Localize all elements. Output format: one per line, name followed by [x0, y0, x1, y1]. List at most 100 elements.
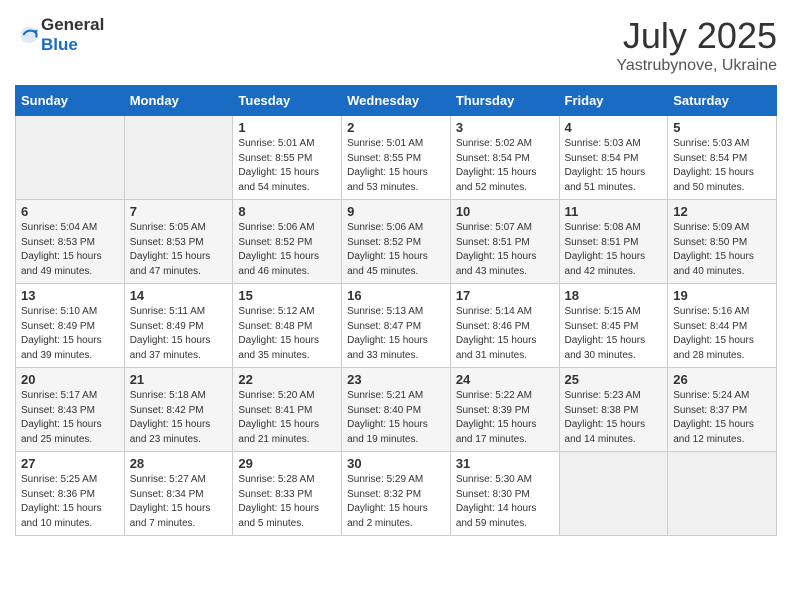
calendar-cell: 23 Sunrise: 5:21 AMSunset: 8:40 PMDayligh…: [342, 368, 451, 452]
day-number: 22: [238, 372, 336, 387]
weekday-header-row: SundayMondayTuesdayWednesdayThursdayFrid…: [16, 86, 777, 116]
calendar-cell: 9Sunrise: 5:06 AMSunset: 8:52 PMDaylight…: [342, 200, 451, 284]
calendar-cell: 28 Sunrise: 5:27 AMSunset: 8:34 PMDayligh…: [124, 452, 233, 536]
calendar-cell: 12 Sunrise: 5:09 AMSunset: 8:50 PMDayligh…: [668, 200, 777, 284]
day-number: 16: [347, 288, 445, 303]
page-header: General Blue July 2025 Yastrubynove, Ukr…: [15, 15, 777, 75]
day-detail: Sunrise: 5:24 AMSunset: 8:37 PMDaylight:…: [673, 390, 754, 445]
day-number: 23: [347, 372, 445, 387]
day-detail: Sunrise: 5:23 AMSunset: 8:38 PMDaylight:…: [565, 390, 646, 445]
main-title: July 2025: [616, 15, 777, 57]
calendar-week-row: 13 Sunrise: 5:10 AMSunset: 8:49 PMDayligh…: [16, 284, 777, 368]
day-detail: Sunrise: 5:15 AMSunset: 8:45 PMDaylight:…: [565, 306, 646, 361]
calendar-cell: 4 Sunrise: 5:03 AMSunset: 8:54 PMDaylight…: [559, 116, 668, 200]
day-detail: Sunrise: 5:20 AMSunset: 8:41 PMDaylight:…: [238, 390, 319, 445]
calendar-week-row: 20 Sunrise: 5:17 AMSunset: 8:43 PMDayligh…: [16, 368, 777, 452]
logo-blue: Blue: [41, 35, 78, 54]
day-number: 5: [673, 120, 771, 135]
weekday-header: Friday: [559, 86, 668, 116]
calendar-cell: 13 Sunrise: 5:10 AMSunset: 8:49 PMDayligh…: [16, 284, 125, 368]
day-number: 4: [565, 120, 663, 135]
day-detail: Sunrise: 5:17 AMSunset: 8:43 PMDaylight:…: [21, 390, 102, 445]
day-number: 28: [130, 456, 228, 471]
day-number: 29: [238, 456, 336, 471]
calendar-cell: 5 Sunrise: 5:03 AMSunset: 8:54 PMDaylight…: [668, 116, 777, 200]
day-detail: Sunrise: 5:27 AMSunset: 8:34 PMDaylight:…: [130, 474, 211, 529]
day-number: 18: [565, 288, 663, 303]
day-detail: Sunrise: 5:05 AMSunset: 8:53 PMDaylight:…: [130, 222, 211, 277]
sub-title: Yastrubynove, Ukraine: [616, 57, 777, 75]
calendar-week-row: 6 Sunrise: 5:04 AMSunset: 8:53 PMDaylight…: [16, 200, 777, 284]
day-detail: Sunrise: 5:16 AMSunset: 8:44 PMDaylight:…: [673, 306, 754, 361]
calendar-cell: [668, 452, 777, 536]
weekday-header: Monday: [124, 86, 233, 116]
calendar-cell: [124, 116, 233, 200]
day-detail: Sunrise: 5:02 AMSunset: 8:54 PMDaylight:…: [456, 138, 537, 193]
calendar-cell: 17 Sunrise: 5:14 AMSunset: 8:46 PMDayligh…: [450, 284, 559, 368]
day-detail: Sunrise: 5:25 AMSunset: 8:36 PMDaylight:…: [21, 474, 102, 529]
day-number: 8: [238, 204, 336, 219]
day-number: 12: [673, 204, 771, 219]
calendar-cell: 2Sunrise: 5:01 AMSunset: 8:55 PMDaylight…: [342, 116, 451, 200]
day-detail: Sunrise: 5:14 AMSunset: 8:46 PMDaylight:…: [456, 306, 537, 361]
weekday-header: Thursday: [450, 86, 559, 116]
day-number: 6: [21, 204, 119, 219]
weekday-header: Wednesday: [342, 86, 451, 116]
calendar-cell: 15Sunrise: 5:12 AMSunset: 8:48 PMDayligh…: [233, 284, 342, 368]
day-number: 21: [130, 372, 228, 387]
calendar-cell: 21 Sunrise: 5:18 AMSunset: 8:42 PMDayligh…: [124, 368, 233, 452]
day-number: 13: [21, 288, 119, 303]
calendar-cell: 31 Sunrise: 5:30 AMSunset: 8:30 PMDayligh…: [450, 452, 559, 536]
day-detail: Sunrise: 5:09 AMSunset: 8:50 PMDaylight:…: [673, 222, 754, 277]
weekday-header: Tuesday: [233, 86, 342, 116]
day-number: 11: [565, 204, 663, 219]
day-number: 27: [21, 456, 119, 471]
calendar-cell: 27 Sunrise: 5:25 AMSunset: 8:36 PMDayligh…: [16, 452, 125, 536]
day-number: 31: [456, 456, 554, 471]
day-detail: Sunrise: 5:22 AMSunset: 8:39 PMDaylight:…: [456, 390, 537, 445]
calendar-cell: 20 Sunrise: 5:17 AMSunset: 8:43 PMDayligh…: [16, 368, 125, 452]
logo-general: General: [41, 15, 104, 34]
day-detail: Sunrise: 5:30 AMSunset: 8:30 PMDaylight:…: [456, 474, 537, 529]
day-detail: Sunrise: 5:11 AMSunset: 8:49 PMDaylight:…: [130, 306, 211, 361]
calendar-cell: [559, 452, 668, 536]
day-number: 14: [130, 288, 228, 303]
day-number: 10: [456, 204, 554, 219]
day-detail: Sunrise: 5:10 AMSunset: 8:49 PMDaylight:…: [21, 306, 102, 361]
day-detail: Sunrise: 5:21 AMSunset: 8:40 PMDaylight:…: [347, 390, 428, 445]
day-number: 1: [238, 120, 336, 135]
calendar-week-row: 27 Sunrise: 5:25 AMSunset: 8:36 PMDayligh…: [16, 452, 777, 536]
day-detail: Sunrise: 5:13 AMSunset: 8:47 PMDaylight:…: [347, 306, 428, 361]
day-detail: Sunrise: 5:29 AMSunset: 8:32 PMDaylight:…: [347, 474, 428, 529]
day-number: 26: [673, 372, 771, 387]
calendar-cell: 6 Sunrise: 5:04 AMSunset: 8:53 PMDaylight…: [16, 200, 125, 284]
day-number: 2: [347, 120, 445, 135]
calendar-cell: 24 Sunrise: 5:22 AMSunset: 8:39 PMDayligh…: [450, 368, 559, 452]
day-detail: Sunrise: 5:03 AMSunset: 8:54 PMDaylight:…: [565, 138, 646, 193]
calendar-cell: 30Sunrise: 5:29 AMSunset: 8:32 PMDayligh…: [342, 452, 451, 536]
calendar-cell: 26 Sunrise: 5:24 AMSunset: 8:37 PMDayligh…: [668, 368, 777, 452]
title-block: July 2025 Yastrubynove, Ukraine: [616, 15, 777, 75]
day-detail: Sunrise: 5:18 AMSunset: 8:42 PMDaylight:…: [130, 390, 211, 445]
day-detail: Sunrise: 5:03 AMSunset: 8:54 PMDaylight:…: [673, 138, 754, 193]
day-detail: Sunrise: 5:01 AMSunset: 8:55 PMDaylight:…: [238, 138, 319, 193]
day-detail: Sunrise: 5:06 AMSunset: 8:52 PMDaylight:…: [238, 222, 319, 277]
calendar-cell: 25Sunrise: 5:23 AMSunset: 8:38 PMDayligh…: [559, 368, 668, 452]
day-number: 17: [456, 288, 554, 303]
day-detail: Sunrise: 5:28 AMSunset: 8:33 PMDaylight:…: [238, 474, 319, 529]
day-number: 20: [21, 372, 119, 387]
day-number: 24: [456, 372, 554, 387]
calendar-cell: 1 Sunrise: 5:01 AMSunset: 8:55 PMDaylight…: [233, 116, 342, 200]
calendar-cell: 18 Sunrise: 5:15 AMSunset: 8:45 PMDayligh…: [559, 284, 668, 368]
weekday-header: Saturday: [668, 86, 777, 116]
day-number: 9: [347, 204, 445, 219]
day-number: 3: [456, 120, 554, 135]
calendar-cell: 22 Sunrise: 5:20 AMSunset: 8:41 PMDayligh…: [233, 368, 342, 452]
calendar-cell: 11Sunrise: 5:08 AMSunset: 8:51 PMDayligh…: [559, 200, 668, 284]
day-detail: Sunrise: 5:04 AMSunset: 8:53 PMDaylight:…: [21, 222, 102, 277]
day-number: 15: [238, 288, 336, 303]
calendar-cell: 16 Sunrise: 5:13 AMSunset: 8:47 PMDayligh…: [342, 284, 451, 368]
calendar-cell: 19Sunrise: 5:16 AMSunset: 8:44 PMDayligh…: [668, 284, 777, 368]
calendar-table: SundayMondayTuesdayWednesdayThursdayFrid…: [15, 85, 777, 536]
day-detail: Sunrise: 5:07 AMSunset: 8:51 PMDaylight:…: [456, 222, 537, 277]
